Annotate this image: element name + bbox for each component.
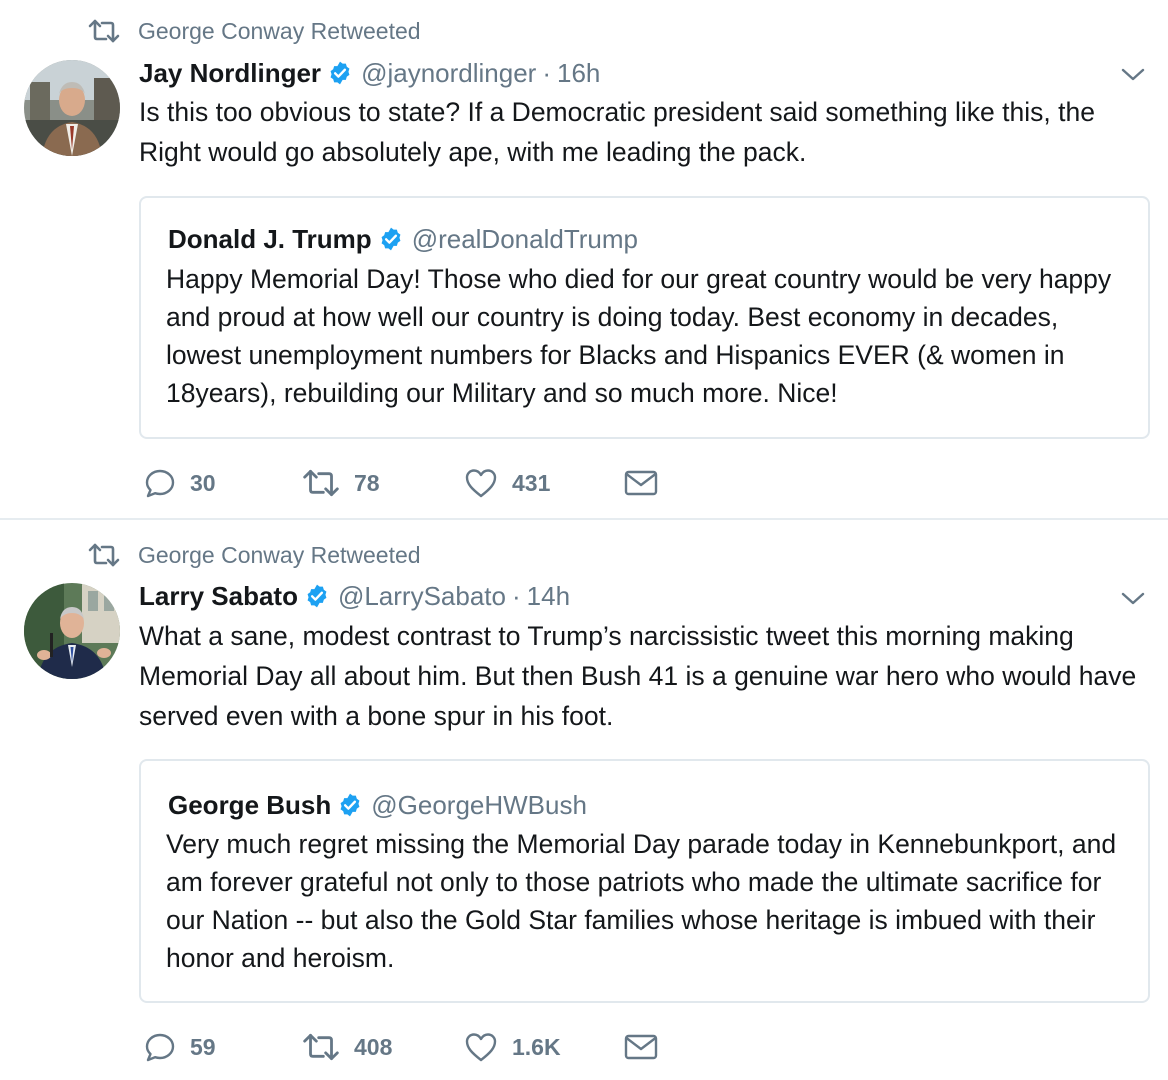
reply-icon bbox=[145, 469, 175, 498]
quoted-author-handle: @GeorgeHWBush bbox=[371, 789, 587, 820]
tweet-header: Larry Sabato @LarrySabato · 14h bbox=[139, 577, 570, 615]
like-count: 1.6K bbox=[512, 1033, 561, 1060]
retweet-icon bbox=[88, 543, 120, 567]
retweet-count: 408 bbox=[354, 1033, 393, 1060]
quoted-tweet[interactable]: George Bush @GeorgeHWBush Very much regr… bbox=[139, 759, 1150, 1003]
retweet-icon bbox=[303, 1033, 339, 1061]
heart-icon bbox=[465, 469, 497, 498]
separator-dot: · bbox=[542, 57, 551, 88]
like-count: 431 bbox=[512, 469, 551, 496]
like-button[interactable]: 1.6K bbox=[464, 1027, 561, 1067]
quoted-author-handle: @realDonaldTrump bbox=[411, 223, 638, 254]
avatar[interactable] bbox=[24, 583, 120, 679]
avatar[interactable] bbox=[24, 60, 120, 156]
direct-message-button[interactable] bbox=[624, 463, 672, 503]
reply-count: 30 bbox=[190, 469, 216, 496]
heart-icon bbox=[465, 1033, 497, 1062]
retweet-button[interactable]: 78 bbox=[302, 463, 380, 503]
envelope-icon bbox=[624, 1034, 658, 1060]
reply-icon bbox=[145, 1033, 175, 1062]
reply-button[interactable]: 59 bbox=[144, 1027, 216, 1067]
retweet-icon bbox=[88, 19, 120, 43]
verified-badge-icon bbox=[307, 584, 327, 608]
retweet-count: 78 bbox=[354, 469, 380, 496]
author-handle[interactable]: @LarrySabato bbox=[338, 581, 506, 612]
envelope-icon bbox=[624, 470, 658, 496]
reply-count: 59 bbox=[190, 1033, 216, 1060]
author-handle[interactable]: @jaynordlinger bbox=[361, 58, 536, 89]
tweet-text: What a sane, modest contrast to Trump’s … bbox=[139, 621, 1137, 731]
quoted-author-name: Donald J. Trump bbox=[168, 223, 372, 254]
author-name[interactable]: Larry Sabato bbox=[139, 581, 298, 612]
tweet[interactable]: George Conway Retweeted Jay Nordlinger @… bbox=[0, 0, 1168, 519]
verified-badge-icon bbox=[381, 227, 401, 251]
tweet-header: Jay Nordlinger @jaynordlinger · 16h bbox=[139, 54, 600, 92]
author-name[interactable]: Jay Nordlinger bbox=[139, 58, 321, 89]
direct-message-button[interactable] bbox=[624, 1027, 672, 1067]
verified-badge-icon bbox=[340, 793, 360, 817]
separator-dot: · bbox=[512, 580, 521, 611]
retweet-context: George Conway Retweeted bbox=[88, 14, 421, 48]
retweet-icon bbox=[303, 469, 339, 497]
retweet-context: George Conway Retweeted bbox=[88, 538, 421, 572]
retweeted-by-label: George Conway Retweeted bbox=[138, 541, 421, 568]
retweeted-by-label: George Conway Retweeted bbox=[138, 17, 421, 44]
chevron-down-icon[interactable] bbox=[1120, 64, 1146, 84]
quoted-tweet-text: Happy Memorial Day! Those who died for o… bbox=[166, 264, 1112, 408]
chevron-down-icon[interactable] bbox=[1120, 588, 1146, 608]
quoted-tweet[interactable]: Donald J. Trump @realDonaldTrump Happy M… bbox=[139, 196, 1150, 439]
quoted-tweet-header: George Bush @GeorgeHWBush bbox=[168, 786, 587, 824]
tweet-timestamp[interactable]: 16h bbox=[557, 58, 600, 89]
quoted-tweet-text: Very much regret missing the Memorial Da… bbox=[166, 829, 1117, 973]
retweet-button[interactable]: 408 bbox=[302, 1027, 392, 1067]
reply-button[interactable]: 30 bbox=[144, 463, 216, 503]
tweet-divider bbox=[0, 518, 1168, 520]
quoted-author-name: George Bush bbox=[168, 789, 332, 820]
tweet-timestamp[interactable]: 14h bbox=[527, 581, 570, 612]
tweet-text: Is this too obvious to state? If a Democ… bbox=[139, 97, 1095, 167]
quoted-tweet-header: Donald J. Trump @realDonaldTrump bbox=[168, 220, 638, 258]
like-button[interactable]: 431 bbox=[464, 463, 550, 503]
tweet[interactable]: George Conway Retweeted Larry Sabato @La… bbox=[0, 521, 1168, 1080]
verified-badge-icon bbox=[330, 61, 350, 85]
